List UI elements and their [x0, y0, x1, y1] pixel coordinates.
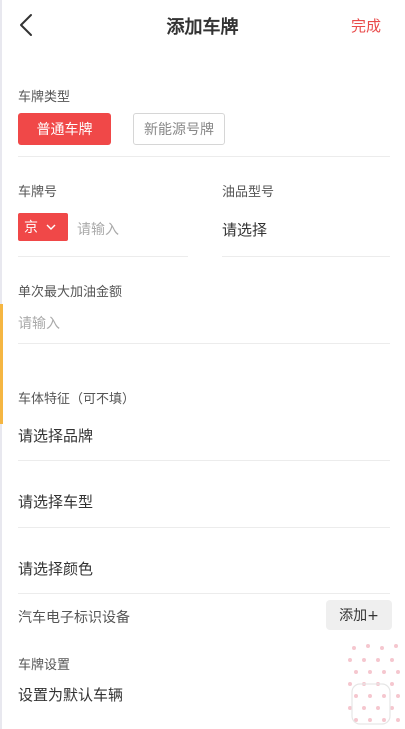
province-value: 京 [24, 220, 38, 236]
divider [18, 156, 390, 157]
decorative-dot-pattern-icon [348, 644, 400, 725]
plate-type-new-energy-button[interactable]: 新能源号牌 [133, 113, 225, 145]
add-device-button[interactable]: 添加+ [326, 600, 392, 630]
province-select[interactable]: 京 [18, 213, 68, 241]
plate-number-input[interactable]: 请输入 [77, 219, 119, 239]
default-vehicle-label: 设置为默认车辆 [18, 686, 124, 704]
fuel-type-select[interactable]: 请选择 [222, 219, 267, 240]
done-button[interactable]: 完成 [351, 15, 381, 36]
divider [18, 460, 390, 461]
divider [222, 256, 390, 257]
model-select[interactable]: 请选择车型 [18, 491, 93, 512]
brand-select[interactable]: 请选择品牌 [18, 425, 93, 446]
scroll-indicator [0, 304, 3, 424]
color-select[interactable]: 请选择颜色 [18, 558, 93, 579]
divider [18, 527, 390, 528]
plate-type-label: 车牌类型 [18, 90, 71, 105]
plate-number-label: 车牌号 [18, 185, 58, 200]
divider [18, 256, 188, 257]
chevron-down-icon [46, 224, 56, 230]
plate-type-regular-button[interactable]: 普通车牌 [18, 113, 111, 145]
fuel-type-label: 油品型号 [222, 185, 275, 200]
divider [18, 593, 390, 594]
etc-device-label: 汽车电子标识设备 [18, 610, 130, 626]
nav-bar: 添加车牌 完成 [0, 0, 405, 50]
vehicle-features-label: 车体特征（可不填） [18, 392, 136, 407]
plate-settings-label: 车牌设置 [18, 658, 71, 673]
max-amount-label: 单次最大加油金额 [18, 285, 123, 300]
page-title: 添加车牌 [166, 17, 239, 38]
divider [18, 343, 390, 344]
max-amount-input[interactable]: 请输入 [18, 313, 60, 333]
